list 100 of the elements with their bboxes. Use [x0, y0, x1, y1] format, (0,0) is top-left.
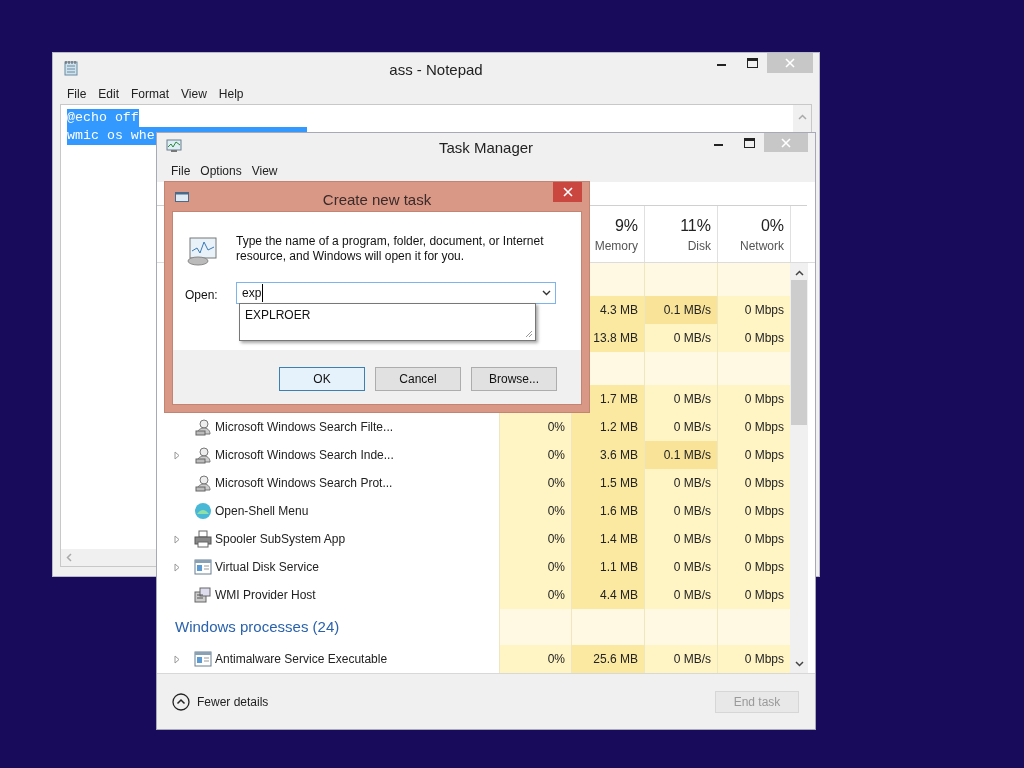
task-manager-icon: [166, 139, 182, 153]
table-cell: 4.4 MB: [571, 581, 644, 609]
close-icon: [781, 137, 791, 148]
scrollbar-thumb[interactable]: [791, 280, 807, 425]
collapse-icon: [172, 692, 190, 711]
column-header[interactable]: Memory: [594, 236, 638, 256]
table-cell: 0%: [499, 581, 571, 609]
scroll-down-icon[interactable]: [794, 661, 804, 667]
monitor-icon: [186, 236, 218, 266]
scroll-up-icon[interactable]: [794, 270, 804, 276]
user-icon: [194, 446, 212, 464]
table-cell: 0 Mbps: [717, 441, 790, 469]
process-name[interactable]: Spooler SubSystem App: [215, 530, 346, 548]
dialog-button[interactable]: Cancel: [375, 367, 461, 391]
table-cell: 0 Mbps: [717, 324, 790, 352]
menu-item[interactable]: Options: [195, 161, 247, 180]
scroll-left-icon[interactable]: [66, 553, 72, 562]
shell-icon: [194, 502, 212, 520]
column-percent: 9%: [614, 216, 638, 236]
expand-icon[interactable]: [174, 534, 180, 544]
expand-icon[interactable]: [174, 654, 180, 664]
process-name[interactable]: Microsoft Windows Search Inde...: [215, 446, 394, 464]
column-header[interactable]: Disk: [687, 236, 711, 256]
table-cell: 0 Mbps: [717, 413, 790, 441]
scrollbar[interactable]: [61, 549, 156, 566]
table-cell: 0%: [499, 525, 571, 553]
process-name[interactable]: Microsoft Windows Search Filte...: [215, 418, 394, 436]
menu-item[interactable]: View: [246, 161, 283, 180]
table-cell: 0%: [499, 469, 571, 497]
printer-icon: [194, 530, 212, 548]
column-header[interactable]: Network: [740, 236, 784, 256]
table-cell: [499, 609, 571, 645]
table-cell: 0 MB/s: [644, 497, 717, 525]
user-icon: [194, 474, 212, 492]
close-button[interactable]: [553, 182, 582, 202]
window-title: ass - Notepad: [389, 60, 483, 80]
expand-icon[interactable]: [174, 450, 180, 460]
table-cell: 1.5 MB: [571, 469, 644, 497]
table-cell: 3.6 MB: [571, 441, 644, 469]
scrollbar[interactable]: [793, 105, 811, 133]
open-combo-box[interactable]: exp: [236, 282, 556, 304]
menu-item[interactable]: View: [175, 84, 213, 103]
table-cell: 0 MB/s: [644, 553, 717, 581]
column-percent: 0%: [760, 216, 784, 236]
table-cell: 0 MB/s: [644, 525, 717, 553]
dropdown-icon[interactable]: [542, 290, 551, 296]
notepad-icon: [64, 60, 78, 76]
table-cell: 0 MB/s: [644, 645, 717, 673]
field-label: Open:: [185, 287, 218, 304]
process-name[interactable]: Open-Shell Menu: [215, 502, 309, 520]
table-cell: 0 MB/s: [644, 324, 717, 352]
table-cell: 0 Mbps: [717, 497, 790, 525]
table-cell: 0 Mbps: [717, 385, 790, 413]
table-cell: 1.6 MB: [571, 497, 644, 525]
menu-item[interactable]: Format: [125, 84, 176, 103]
window-title: Task Manager: [438, 138, 534, 158]
table-cell: 0%: [499, 553, 571, 581]
process-name[interactable]: Antimalware Service Executable: [215, 650, 388, 668]
maximize-icon: [746, 58, 758, 68]
table-cell: 25.6 MB: [571, 645, 644, 673]
table-cell: 0 Mbps: [717, 645, 790, 673]
table-cell: 0 Mbps: [717, 581, 790, 609]
menu-item[interactable]: File: [166, 161, 196, 180]
process-name[interactable]: WMI Provider Host: [215, 586, 316, 604]
table-cell: 0.1 MB/s: [644, 296, 717, 324]
process-name[interactable]: Virtual Disk Service: [215, 558, 319, 576]
expand-icon[interactable]: [174, 562, 180, 572]
close-icon: [785, 58, 795, 68]
group-header[interactable]: Windows processes (24): [175, 615, 340, 639]
dialog-message: Type the name of a program, folder, document, or Internet resource, and Windows will open it for you.: [236, 234, 544, 264]
fewer-details-toggle[interactable]: Fewer details: [172, 692, 269, 711]
table-cell: 1.4 MB: [571, 525, 644, 553]
user-icon: [194, 418, 212, 436]
table-cell: 0.1 MB/s: [644, 441, 717, 469]
dialog-title: Create new task: [322, 190, 432, 210]
column-percent: 11%: [680, 216, 711, 236]
scrollbar[interactable]: [790, 263, 808, 673]
window-icon: [194, 559, 212, 575]
table-cell: 0%: [499, 497, 571, 525]
table-cell: 0%: [499, 645, 571, 673]
process-name[interactable]: Microsoft Windows Search Prot...: [215, 474, 393, 492]
table-cell: 0%: [499, 441, 571, 469]
table-cell: 0 MB/s: [644, 469, 717, 497]
maximize-icon: [743, 138, 755, 148]
resize-grip-icon: [525, 330, 533, 338]
table-cell: 0 MB/s: [644, 581, 717, 609]
menu-item[interactable]: Help: [212, 84, 250, 103]
table-cell: 1.2 MB: [571, 413, 644, 441]
menu-item[interactable]: Edit: [92, 84, 126, 103]
dialog-button[interactable]: OK: [279, 367, 365, 391]
window-icon: [194, 651, 212, 667]
table-cell: 0 Mbps: [717, 525, 790, 553]
table-cell: 0 Mbps: [717, 469, 790, 497]
dialog-button[interactable]: Browse...: [471, 367, 557, 391]
table-cell: 1.1 MB: [571, 553, 644, 581]
computer-icon: [194, 586, 212, 604]
table-cell: 0 Mbps: [717, 296, 790, 324]
table-cell: 0 Mbps: [717, 553, 790, 581]
menu-item[interactable]: File: [61, 84, 93, 103]
table-cell: 0 MB/s: [644, 385, 717, 413]
